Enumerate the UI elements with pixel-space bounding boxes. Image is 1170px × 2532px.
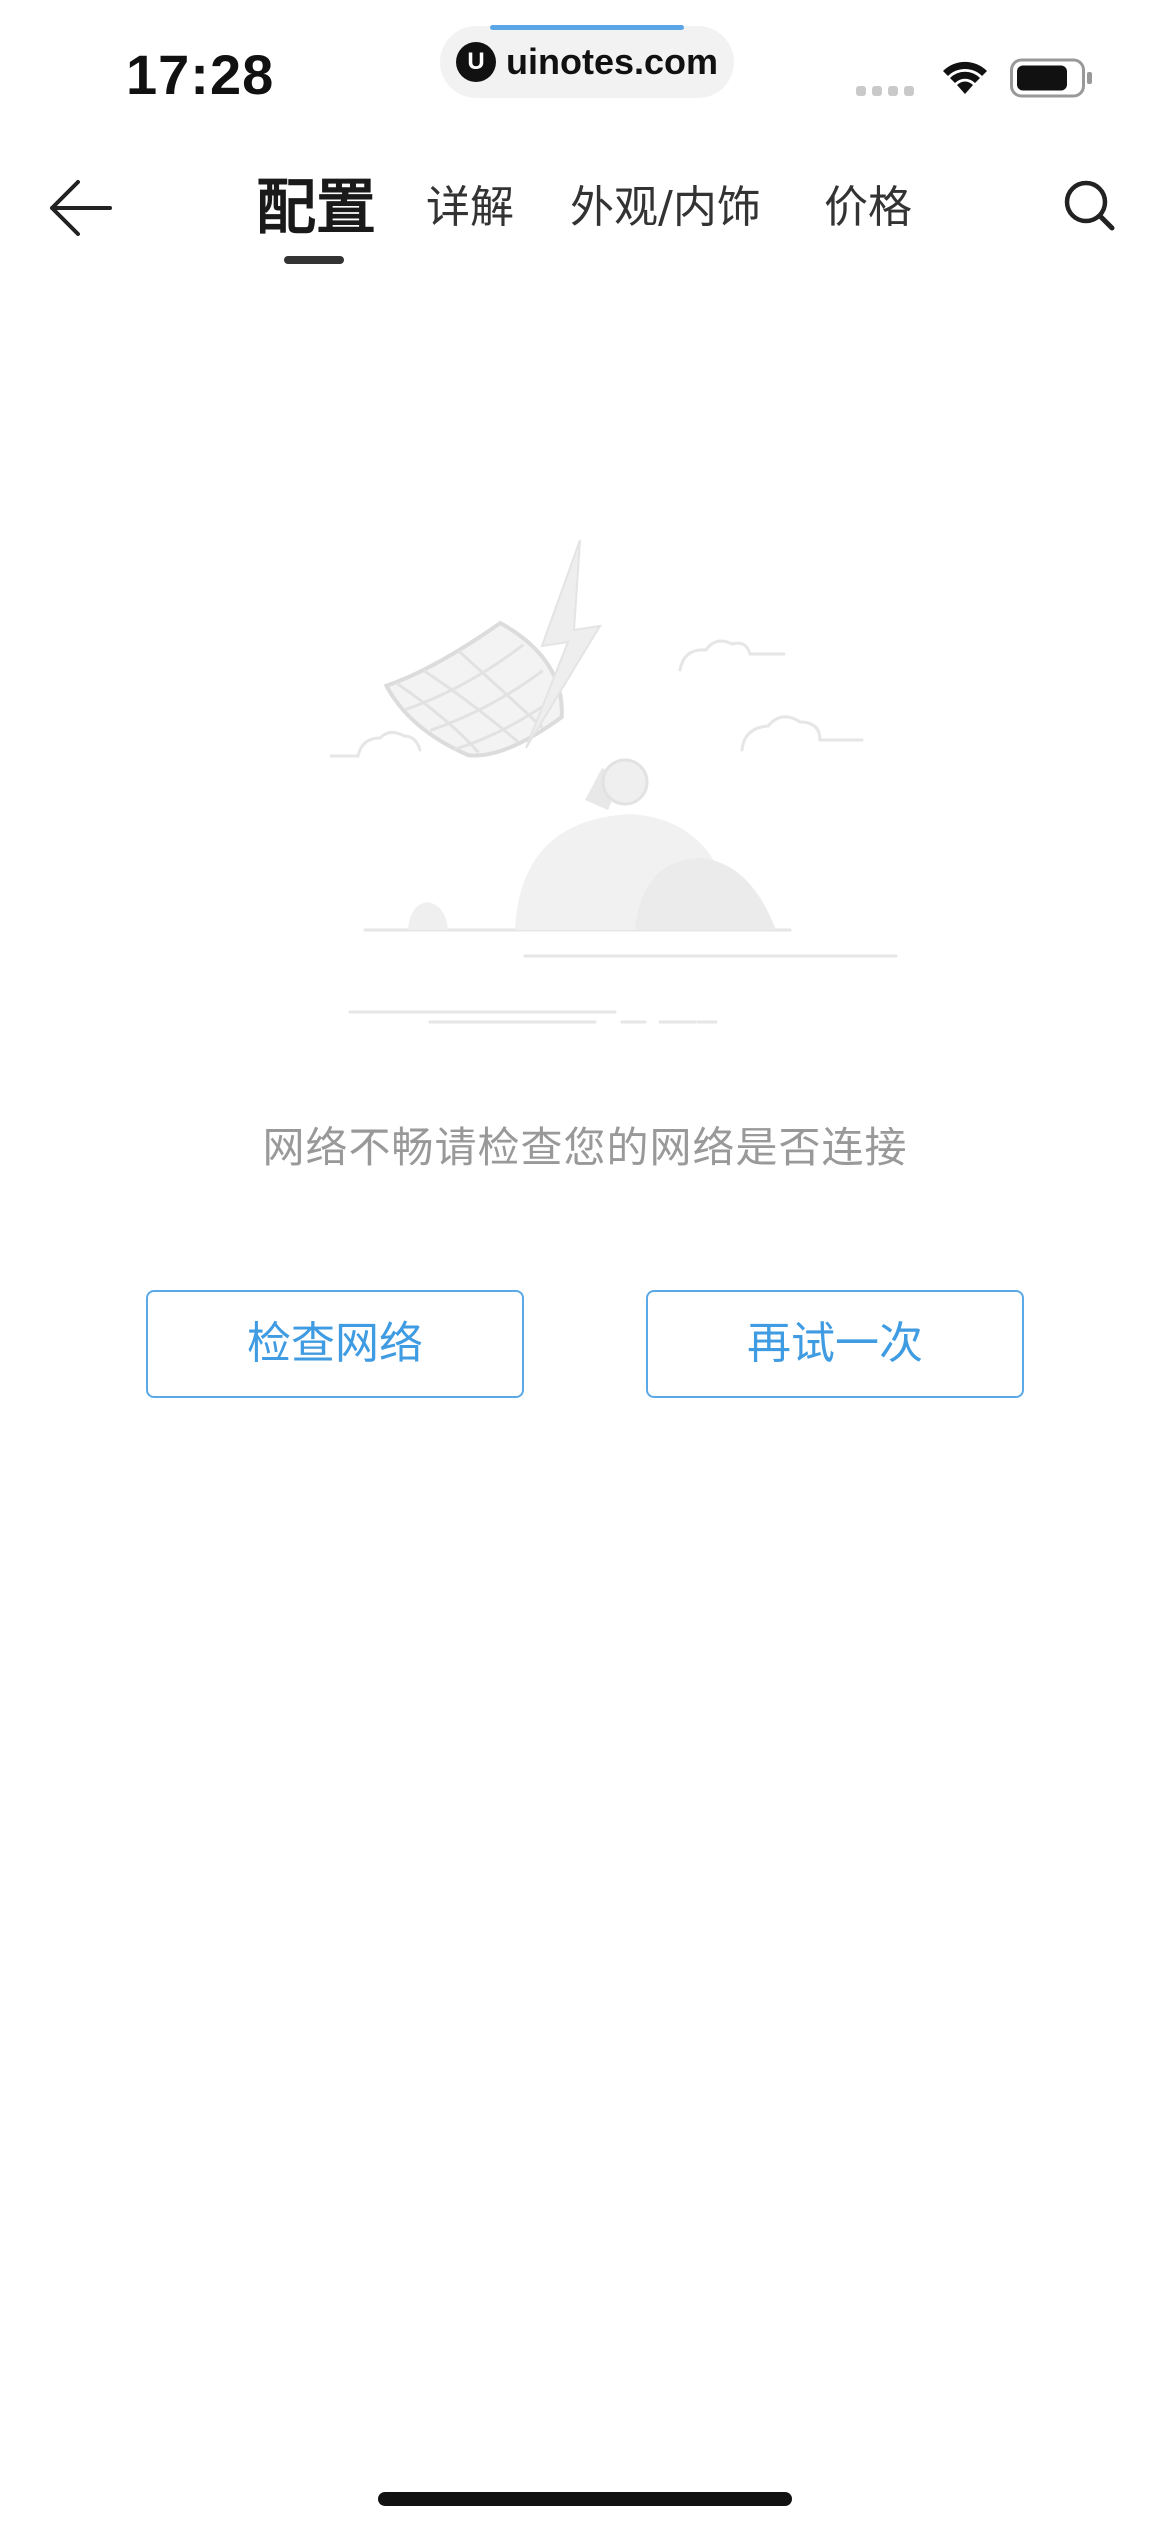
url-pill[interactable]: U uinotes.com — [440, 25, 734, 98]
tab-exterior-interior[interactable]: 外观/内饰 — [570, 168, 761, 248]
battery-icon — [1010, 58, 1092, 98]
app-screen: 17:28 U uinotes.com 配置 详解 外观/内饰 价格 网络不畅请… — [0, 0, 1170, 2532]
search-icon[interactable] — [1060, 176, 1120, 236]
site-logo-letter: U — [467, 48, 485, 75]
check-network-button[interactable]: 检查网络 — [146, 1290, 524, 1398]
back-arrow-icon[interactable] — [44, 172, 116, 244]
cellular-signal-icon — [856, 86, 914, 96]
retry-button[interactable]: 再试一次 — [646, 1290, 1024, 1398]
home-indicator[interactable] — [378, 2492, 792, 2506]
network-error-message: 网络不畅请检查您的网络是否连接 — [262, 1123, 908, 1172]
tab-config[interactable]: 配置 — [256, 168, 376, 248]
site-logo-icon: U — [456, 42, 496, 82]
wifi-icon — [943, 61, 987, 94]
url-text: uinotes.com — [506, 41, 719, 82]
status-time: 17:28 — [126, 43, 275, 106]
tab-price[interactable]: 价格 — [824, 168, 912, 248]
active-tab-indicator — [284, 256, 344, 264]
satellite-dish-icon — [330, 539, 898, 1024]
url-loading-bar — [490, 25, 684, 30]
tab-details[interactable]: 详解 — [426, 168, 514, 248]
